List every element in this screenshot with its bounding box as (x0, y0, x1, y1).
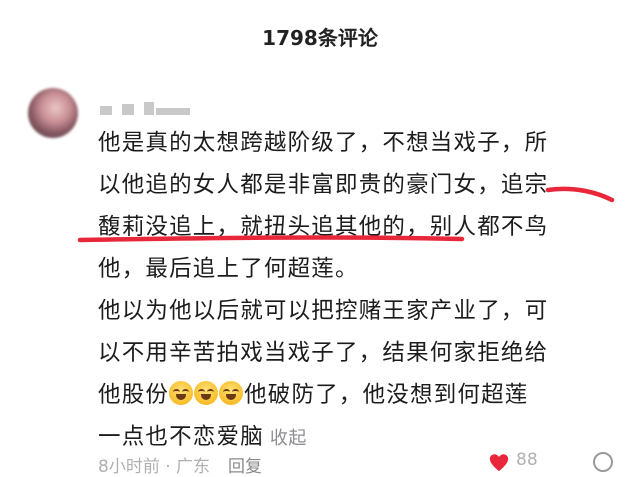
comment-count-title: 1798条评论 (262, 26, 378, 50)
laughing-crying-emoji-icon (169, 381, 194, 405)
comment-text: 他股份 (98, 382, 170, 408)
comment-text: 一点也不恋爱脑 (98, 424, 264, 450)
laughing-crying-emoji-icon (194, 381, 219, 405)
avatar[interactable] (28, 88, 78, 138)
comment-line: 他，最后追上了何超莲。 (98, 256, 359, 282)
comment-meta: 8小时前 · 广东 回复 (98, 452, 262, 477)
like-count: 88 (516, 450, 538, 470)
dislike-icon[interactable] (593, 452, 613, 472)
comment-text: 他破防了，他没想到何超莲 (244, 382, 529, 408)
laughing-crying-emoji-icon (219, 381, 244, 405)
comment-line: 他是真的太想跨越阶级了，不想当戏子，所 (98, 130, 549, 156)
comment-line: 馥莉没追上，就扭头追其他的，别人都不鸟 (98, 214, 549, 240)
comment-line: 以他追的女人都是非富即贵的豪门女，追宗 (98, 172, 549, 198)
comment-line: 以不用辛苦拍戏当戏子了，结果何家拒绝给 (98, 340, 549, 366)
heart-icon[interactable] (488, 452, 510, 474)
timestamp-location: 8小时前 · 广东 (98, 457, 211, 477)
comment-line: 他以为他以后就可以把控赌王家产业了，可 (98, 298, 549, 324)
reply-button[interactable]: 回复 (228, 457, 262, 477)
comments-header: 1798条评论 (0, 0, 640, 72)
like-group: 88 (488, 450, 638, 472)
collapse-button[interactable]: 收起 (270, 428, 307, 449)
username-blurred[interactable] (100, 98, 195, 118)
comment-line-with-emoji: 他股份 他破防了，他没想到何超莲 (98, 378, 529, 412)
comment-line-last: 一点也不恋爱脑 收起 (98, 420, 307, 456)
